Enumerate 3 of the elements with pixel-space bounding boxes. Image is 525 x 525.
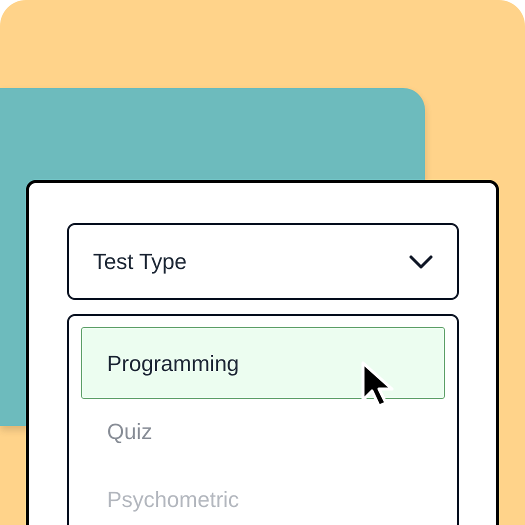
dropdown-field[interactable]: Test Type	[67, 223, 459, 300]
chevron-icon	[409, 254, 433, 268]
option-item[interactable]: Programming	[81, 327, 445, 399]
